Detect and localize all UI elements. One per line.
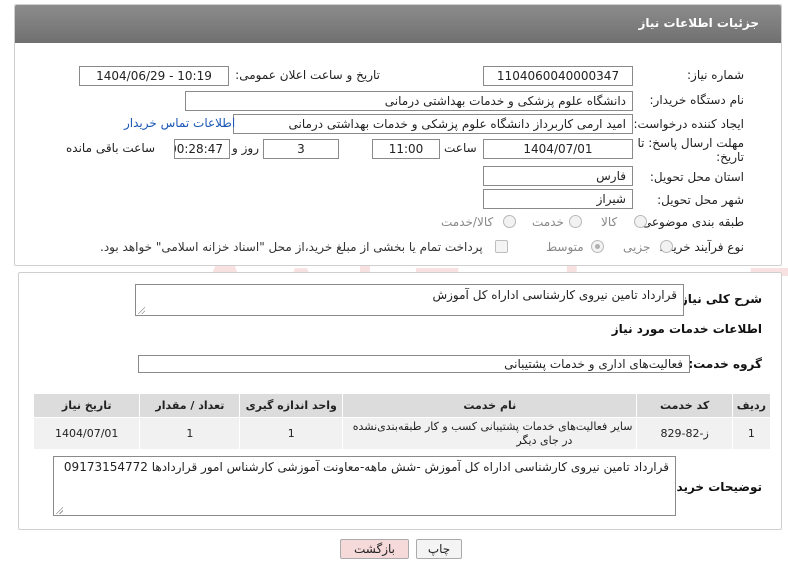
buyer-org-label: نام دستگاه خریدار: — [649, 93, 745, 107]
category-option-goods-service: کالا/خدمت — [441, 215, 494, 229]
category-radio-goods-service[interactable] — [503, 215, 516, 228]
services-table: ردیف کد خدمت نام خدمت واحد اندازه گیری ت… — [32, 393, 772, 450]
creator-label: ایجاد کننده درخواست: — [633, 117, 744, 131]
buyer-contact-link[interactable]: اطلاعات تماس خریدار — [124, 116, 235, 130]
services-table-header: ردیف کد خدمت نام خدمت واحد اندازه گیری ت… — [32, 393, 772, 418]
cell-quantity: 1 — [139, 417, 241, 450]
summary-resize-handle[interactable] — [137, 306, 145, 314]
treasury-payment-checkbox[interactable] — [495, 240, 508, 253]
buyer-notes-resize-handle[interactable] — [55, 506, 63, 514]
category-option-goods: کالا — [601, 215, 618, 229]
category-radio-goods[interactable] — [634, 215, 647, 228]
process-radio-medium[interactable] — [591, 240, 604, 253]
service-group-field[interactable]: فعالیت‌های اداری و خدمات پشتیبانی — [138, 355, 690, 373]
col-quantity: تعداد / مقدار — [139, 393, 241, 418]
summary-label: شرح کلی نیاز: — [676, 292, 762, 306]
announce-label: تاریخ و ساعت اعلان عمومی: — [235, 68, 380, 82]
deadline-time-label: ساعت — [444, 141, 477, 155]
cell-service-code: ز-82-829 — [636, 417, 733, 450]
province-label: استان محل تحویل: — [649, 170, 744, 184]
deadline-date-field[interactable]: 1404/07/01 — [483, 139, 633, 159]
category-radio-service[interactable] — [569, 215, 582, 228]
summary-field[interactable]: قرارداد تامین نیروی کارشناسی اداراه کل آ… — [135, 284, 684, 316]
back-button[interactable]: بازگشت — [340, 539, 409, 559]
process-radio-minor[interactable] — [660, 240, 673, 253]
deadline-label: مهلت ارسال پاسخ: تا — [637, 136, 744, 150]
cell-need-date: 1404/07/01 — [32, 417, 141, 450]
cell-service-name: سایر فعالیت‌های خدمات پشتیبانی کسب و کار… — [342, 417, 638, 450]
col-need-date: تاریخ نیاز — [32, 393, 141, 418]
days-label: روز و — [232, 141, 259, 155]
city-label: شهر محل تحویل: — [657, 193, 744, 207]
service-group-label: گروه خدمت: — [688, 357, 762, 371]
panel-title: جزئیات اطلاعات نیاز — [638, 16, 759, 30]
col-service-code: کد خدمت — [636, 393, 733, 418]
city-field[interactable]: شیراز — [483, 189, 633, 209]
remaining-time-label: ساعت باقی مانده — [66, 141, 156, 155]
announce-datetime-field[interactable]: 1404/06/29 - 10:19 — [79, 66, 229, 86]
buyer-notes-field[interactable]: قرارداد تامین نیروی کارشناسی اداراه کل آ… — [53, 456, 676, 516]
deadline-date-label: تاریخ: — [716, 150, 744, 164]
category-label: طبقه بندی موضوعی: — [637, 215, 744, 229]
process-option-medium: متوسط — [546, 240, 584, 254]
province-field[interactable]: فارس — [483, 166, 633, 186]
panel-header: جزئیات اطلاعات نیاز — [15, 5, 781, 43]
process-option-minor: جزیی — [623, 240, 651, 254]
deadline-time-field[interactable]: 11:00 — [372, 139, 440, 159]
days-remaining-field[interactable]: 3 — [263, 139, 339, 159]
cell-row: 1 — [731, 417, 772, 450]
print-button[interactable]: چاپ — [416, 539, 462, 559]
services-section-title: اطلاعات خدمات مورد نیاز — [611, 322, 762, 336]
service-name-line2: در جای دیگر — [516, 433, 573, 447]
treasury-payment-note: پرداخت تمام یا بخشی از مبلغ خرید،از محل … — [100, 240, 483, 254]
col-row: ردیف — [731, 393, 772, 418]
col-unit: واحد اندازه گیری — [239, 393, 344, 418]
remaining-time-field[interactable]: 00:28:47 — [174, 139, 230, 159]
need-number-label: شماره نیاز: — [687, 68, 744, 82]
creator-field[interactable]: امید ارمی کاربرداز دانشگاه علوم پزشکی و … — [233, 114, 633, 134]
buyer-org-field[interactable]: دانشگاه علوم پزشکی و خدمات بهداشتی درمان… — [185, 91, 633, 111]
service-name-line1: سایر فعالیت‌های خدمات پشتیبانی کسب و کار… — [352, 419, 633, 433]
cell-unit: 1 — [239, 417, 344, 450]
table-row[interactable]: 1 ز-82-829 سایر فعالیت‌های خدمات پشتیبان… — [32, 417, 772, 450]
col-service-name: نام خدمت — [342, 393, 638, 418]
category-option-service: خدمت — [532, 215, 564, 229]
need-number-field[interactable]: 1104060040000347 — [483, 66, 633, 86]
